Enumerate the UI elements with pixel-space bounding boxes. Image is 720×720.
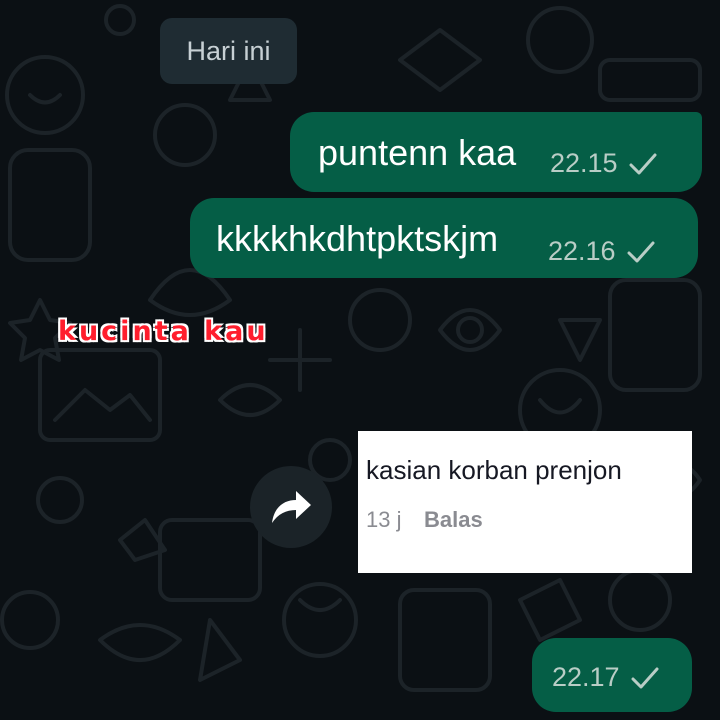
sent-check-icon — [631, 667, 659, 688]
message-meta: 22.17 — [552, 662, 660, 693]
message-meta: 22.16 — [548, 236, 656, 267]
forwarded-comment-card[interactable]: kasian korban prenjon 13 j Balas — [358, 431, 692, 573]
comment-time: 13 j — [366, 507, 402, 532]
comment-text: kasian korban prenjon — [366, 455, 622, 485]
chat-wallpaper-doodles — [0, 4, 702, 692]
sent-check-icon — [629, 153, 657, 174]
reply-link[interactable]: Balas — [424, 507, 483, 533]
message-time: 22.17 — [552, 662, 620, 692]
outgoing-message[interactable]: 22.17 — [532, 638, 692, 712]
forward-arrow-icon — [272, 491, 311, 523]
date-chip: Hari ini — [160, 18, 297, 84]
message-text: puntenn kaa — [318, 132, 517, 173]
forward-button[interactable] — [250, 466, 332, 548]
message-time: 22.15 — [550, 148, 618, 178]
sticker-text: kucinta kau — [58, 316, 269, 347]
message-time: 22.16 — [548, 236, 616, 266]
outgoing-message[interactable]: puntenn kaa 22.15 — [290, 112, 702, 192]
message-meta: 22.15 — [550, 148, 658, 179]
sent-check-icon — [627, 241, 655, 262]
message-text: kkkkhkdhtpktskjm — [216, 218, 499, 259]
outgoing-message[interactable]: kkkkhkdhtpktskjm 22.16 — [190, 198, 698, 278]
